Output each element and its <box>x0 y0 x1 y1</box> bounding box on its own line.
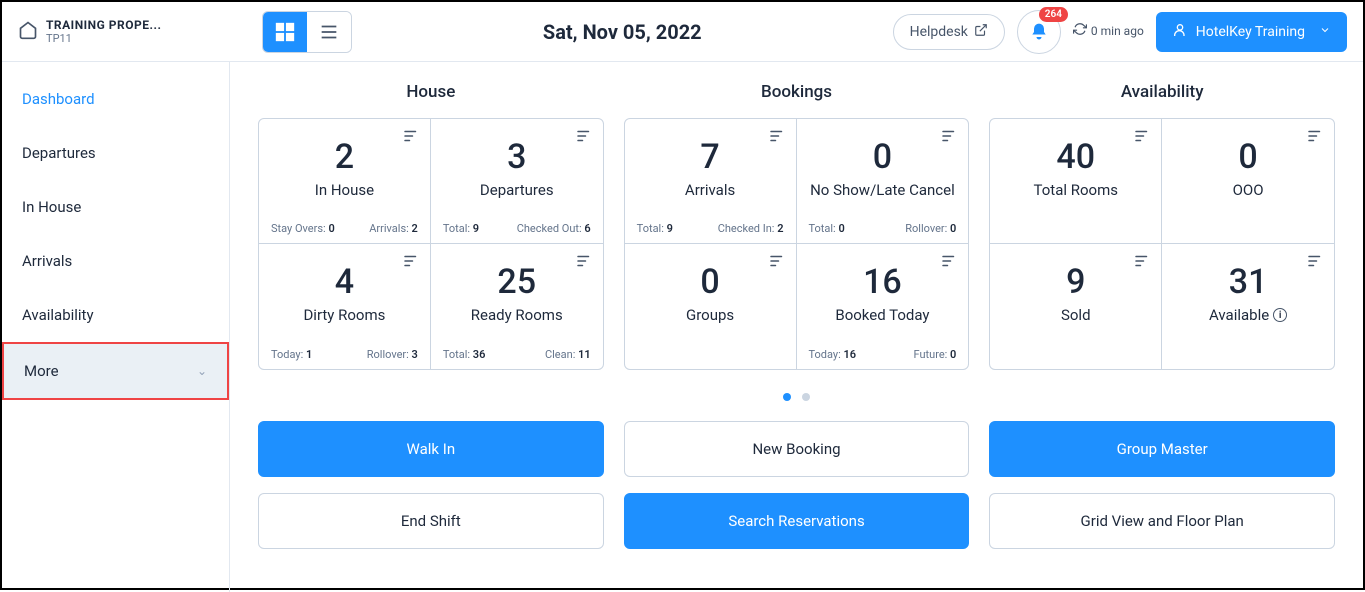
external-link-icon <box>974 23 988 41</box>
stat-card[interactable]: 0 Groups <box>625 244 797 369</box>
property-selector[interactable]: TRAINING PROPE... TP11 <box>18 18 238 45</box>
card-value: 25 <box>443 262 591 302</box>
stat-card[interactable]: 0 OOO <box>1162 119 1334 244</box>
dot-2[interactable] <box>802 393 810 401</box>
nav-in-house[interactable]: In House <box>2 180 229 234</box>
property-code: TP11 <box>46 32 161 45</box>
card-label: Total Rooms <box>1002 181 1149 199</box>
user-icon <box>1172 22 1188 42</box>
home-icon <box>18 20 38 44</box>
card-value: 0 <box>1174 137 1322 177</box>
bookings-cards: 7 Arrivals Total: 9Checked In: 2 0 No Show/L… <box>624 118 970 370</box>
stat-card[interactable]: 3 Departures Total: 9Checked Out: 6 <box>431 119 603 244</box>
list-view-button[interactable] <box>307 12 351 52</box>
card-value: 0 <box>809 137 957 177</box>
sort-icon[interactable] <box>1133 127 1151 149</box>
sort-icon[interactable] <box>575 252 593 274</box>
stat-card[interactable]: 2 In House Stay Overs: 0Arrivals: 2 <box>259 119 431 244</box>
sort-icon[interactable] <box>1133 252 1151 274</box>
section-bookings-title: Bookings <box>624 82 970 102</box>
nav-availability[interactable]: Availability <box>2 288 229 342</box>
info-icon[interactable]: i <box>1273 308 1287 322</box>
stat-card[interactable]: 9 Sold <box>990 244 1162 369</box>
sort-icon[interactable] <box>768 127 786 149</box>
card-label: Available i <box>1174 306 1322 324</box>
card-label: Groups <box>637 306 784 324</box>
walk-in-button[interactable]: Walk In <box>258 421 604 477</box>
sort-icon[interactable] <box>768 252 786 274</box>
card-label: OOO <box>1174 181 1322 199</box>
nav-more[interactable]: More ⌄ <box>2 342 229 400</box>
current-date: Sat, Nov 05, 2022 <box>352 20 893 44</box>
card-stats: Stay Overs: 0Arrivals: 2 <box>271 214 418 235</box>
stat-card[interactable]: 4 Dirty Rooms Today: 1Rollover: 3 <box>259 244 431 369</box>
sort-icon[interactable] <box>402 252 420 274</box>
section-house-title: House <box>258 82 604 102</box>
sort-icon[interactable] <box>402 127 420 149</box>
sort-icon[interactable] <box>940 252 958 274</box>
card-label: Departures <box>443 181 591 199</box>
card-stats: Today: 1Rollover: 3 <box>271 340 418 361</box>
refresh-icon <box>1073 22 1087 41</box>
view-toggle <box>262 11 352 53</box>
card-value: 40 <box>1002 137 1149 177</box>
helpdesk-button[interactable]: Helpdesk <box>893 14 1005 50</box>
content: House Bookings Availability 2 In House Sta… <box>230 62 1363 592</box>
section-availability-title: Availability <box>989 82 1335 102</box>
card-stats: Total: 9Checked In: 2 <box>637 214 784 235</box>
card-label: Arrivals <box>637 181 784 199</box>
sort-icon[interactable] <box>1306 252 1324 274</box>
end-shift-button[interactable]: End Shift <box>258 493 604 549</box>
chevron-down-icon <box>1319 24 1331 40</box>
card-value: 4 <box>271 262 418 302</box>
stat-card[interactable]: 40 Total Rooms <box>990 119 1162 244</box>
house-cards: 2 In House Stay Overs: 0Arrivals: 2 3 Depart… <box>258 118 604 370</box>
sort-icon[interactable] <box>1306 127 1324 149</box>
card-stats: Today: 16Future: 0 <box>809 340 957 361</box>
card-stats: Total: 36Clean: 11 <box>443 340 591 361</box>
user-menu-button[interactable]: HotelKey Training <box>1156 12 1347 52</box>
card-value: 7 <box>637 137 784 177</box>
card-stats: Total: 0Rollover: 0 <box>809 214 957 235</box>
card-value: 2 <box>271 137 418 177</box>
grid-view-button[interactable] <box>263 12 307 52</box>
new-booking-button[interactable]: New Booking <box>624 421 970 477</box>
chevron-down-icon: ⌄ <box>197 364 207 378</box>
property-name: TRAINING PROPE... <box>46 18 161 32</box>
notifications-button[interactable]: 264 <box>1017 10 1061 54</box>
card-label: Ready Rooms <box>443 306 591 324</box>
card-label: No Show/Late Cancel <box>809 181 957 199</box>
search-reservations-button[interactable]: Search Reservations <box>624 493 970 549</box>
header: TRAINING PROPE... TP11 Sat, Nov 05, 2022… <box>2 2 1363 62</box>
card-value: 31 <box>1174 262 1322 302</box>
availability-cards: 40 Total Rooms 0 OOO 9 Sold 31 Available i <box>989 118 1335 370</box>
card-label: Dirty Rooms <box>271 306 418 324</box>
sort-icon[interactable] <box>940 127 958 149</box>
stat-card[interactable]: 16 Booked Today Today: 16Future: 0 <box>797 244 969 369</box>
card-value: 9 <box>1002 262 1149 302</box>
card-stats: Total: 9Checked Out: 6 <box>443 214 591 235</box>
stat-card[interactable]: 31 Available i <box>1162 244 1334 369</box>
nav-arrivals[interactable]: Arrivals <box>2 234 229 288</box>
sort-icon[interactable] <box>575 127 593 149</box>
card-label: Booked Today <box>809 306 957 324</box>
card-label: Sold <box>1002 306 1149 324</box>
group-master-button[interactable]: Group Master <box>989 421 1335 477</box>
card-value: 16 <box>809 262 957 302</box>
card-value: 3 <box>443 137 591 177</box>
card-value: 0 <box>637 262 784 302</box>
card-label: In House <box>271 181 418 199</box>
sidebar: Dashboard Departures In House Arrivals A… <box>2 62 230 592</box>
nav-departures[interactable]: Departures <box>2 126 229 180</box>
carousel-dots <box>258 386 1335 405</box>
stat-card[interactable]: 25 Ready Rooms Total: 36Clean: 11 <box>431 244 603 369</box>
grid-floor-button[interactable]: Grid View and Floor Plan <box>989 493 1335 549</box>
stat-card[interactable]: 7 Arrivals Total: 9Checked In: 2 <box>625 119 797 244</box>
notification-badge: 264 <box>1039 7 1068 22</box>
stat-card[interactable]: 0 No Show/Late Cancel Total: 0Rollover: 0 <box>797 119 969 244</box>
nav-dashboard[interactable]: Dashboard <box>2 72 229 126</box>
sync-status: 0 min ago <box>1073 22 1144 41</box>
dot-1[interactable] <box>783 393 791 401</box>
